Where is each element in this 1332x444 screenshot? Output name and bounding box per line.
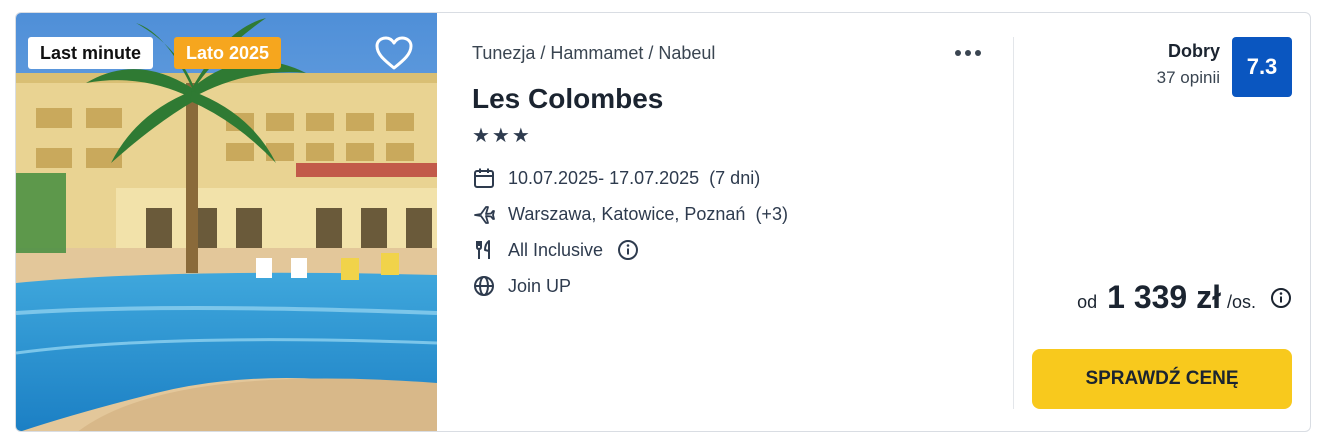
travel-duration: (7 dni) xyxy=(709,167,761,188)
operator-row: Join UP xyxy=(472,273,571,299)
divider xyxy=(1013,37,1014,409)
rating[interactable]: Dobry 37 opinii 7.3 xyxy=(1032,37,1292,97)
price-amount: 1 339 zł xyxy=(1107,279,1221,315)
globe-icon xyxy=(474,276,494,296)
price-from: od xyxy=(1077,292,1098,312)
price-per-person: /os. xyxy=(1226,292,1256,312)
calendar-icon xyxy=(474,168,494,188)
travel-dates: 10.07.2025- 17.07.2025 xyxy=(508,167,700,188)
more-icon-dot xyxy=(965,50,971,56)
more-options-button[interactable] xyxy=(955,41,991,65)
check-price-button[interactable]: SPRAWDŹ CENĘ xyxy=(1032,349,1292,409)
season-badge: Lato 2025 xyxy=(174,37,282,69)
cutlery-icon xyxy=(476,240,490,259)
review-count[interactable]: 37 opinii xyxy=(1157,68,1220,88)
dates-row: 10.07.2025- 17.07.2025 (7 dni) xyxy=(472,165,760,191)
plane-icon xyxy=(474,206,495,224)
price-info-icon[interactable] xyxy=(1270,287,1292,309)
hotel-name[interactable]: Les Colombes xyxy=(472,83,663,115)
tour-operator: Join UP xyxy=(508,275,572,296)
departure-cities: Warszawa, Katowice, Poznań xyxy=(508,203,746,224)
rating-label: Dobry xyxy=(1167,41,1220,61)
price: od 1 339 zł /os. xyxy=(1077,279,1292,316)
more-icon xyxy=(955,50,961,56)
board-type: All Inclusive xyxy=(508,239,604,260)
rating-text: Dobry 37 opinii xyxy=(1157,41,1220,88)
departures-row: Warszawa, Katowice, Poznań (+3) xyxy=(472,201,788,227)
heart-icon xyxy=(375,36,413,70)
board-row: All Inclusive xyxy=(472,237,651,263)
rating-score: 7.3 xyxy=(1232,37,1292,97)
departure-extra[interactable]: (+3) xyxy=(755,204,788,225)
hotel-photo[interactable] xyxy=(16,13,437,431)
offer-info: Tunezja / Hammamet / Nabeul Les Colombes… xyxy=(472,13,992,431)
hotel-photo-illustration xyxy=(16,13,437,431)
hotel-stars: ★★★ xyxy=(472,125,532,147)
offer-card[interactable]: Last minute Lato 2025 Tunezja / Hammamet… xyxy=(15,12,1311,432)
info-icon[interactable] xyxy=(617,239,639,261)
breadcrumb[interactable]: Tunezja / Hammamet / Nabeul xyxy=(472,43,715,64)
last-minute-badge: Last minute xyxy=(28,37,154,69)
favorite-button[interactable] xyxy=(374,35,414,71)
more-icon-dot xyxy=(975,50,981,56)
